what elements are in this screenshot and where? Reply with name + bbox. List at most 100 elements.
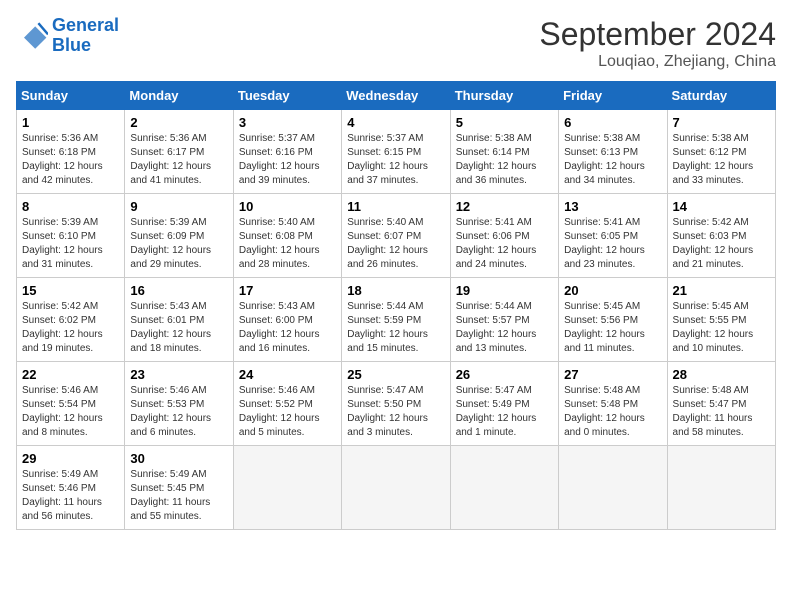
day-info: Sunrise: 5:38 AMSunset: 6:12 PMDaylight:…: [673, 132, 770, 188]
day-number: 5: [456, 115, 553, 130]
day-info: Sunrise: 5:46 AMSunset: 5:53 PMDaylight:…: [130, 384, 227, 440]
day-cell: 25 Sunrise: 5:47 AMSunset: 5:50 PMDayligh…: [342, 362, 450, 446]
day-cell: 23 Sunrise: 5:46 AMSunset: 5:53 PMDayligh…: [125, 362, 233, 446]
day-number: 24: [239, 367, 336, 382]
day-cell: [233, 446, 341, 530]
day-info: Sunrise: 5:49 AMSunset: 5:45 PMDaylight:…: [130, 468, 227, 524]
day-cell: 28Sunrise: 5:48 AMSunset: 5:47 PMDayligh…: [667, 362, 775, 446]
location-subtitle: Louqiao, Zhejiang, China: [539, 53, 776, 71]
day-cell: 20Sunrise: 5:45 AMSunset: 5:56 PMDayligh…: [559, 278, 667, 362]
day-cell: 12Sunrise: 5:41 AMSunset: 6:06 PMDayligh…: [450, 194, 558, 278]
day-cell: [559, 446, 667, 530]
page-header: General Blue September 2024 Louqiao, Zhe…: [16, 16, 776, 71]
day-cell: 14 Sunrise: 5:42 AMSunset: 6:03 PMDayligh…: [667, 194, 775, 278]
day-number: 3: [239, 115, 336, 130]
day-number: 28: [673, 367, 770, 382]
calendar-table: SundayMondayTuesdayWednesdayThursdayFrid…: [16, 81, 776, 530]
day-cell: 11 Sunrise: 5:40 AMSunset: 6:07 PMDayligh…: [342, 194, 450, 278]
day-cell: 3 Sunrise: 5:37 AMSunset: 6:16 PMDaylight…: [233, 110, 341, 194]
logo-text: General Blue: [52, 16, 119, 56]
day-info: Sunrise: 5:40 AMSunset: 6:07 PMDaylight:…: [347, 216, 444, 272]
day-info: Sunrise: 5:46 AMSunset: 5:54 PMDaylight:…: [22, 384, 119, 440]
day-cell: 4 Sunrise: 5:37 AMSunset: 6:15 PMDaylight…: [342, 110, 450, 194]
day-number: 7: [673, 115, 770, 130]
day-cell: 17 Sunrise: 5:43 AMSunset: 6:00 PMDayligh…: [233, 278, 341, 362]
day-cell: 1Sunrise: 5:36 AMSunset: 6:18 PMDaylight…: [17, 110, 125, 194]
day-cell: 30 Sunrise: 5:49 AMSunset: 5:45 PMDayligh…: [125, 446, 233, 530]
general-blue-logo-icon: [16, 20, 48, 52]
day-number: 27: [564, 367, 661, 382]
day-cell: 8 Sunrise: 5:39 AMSunset: 6:10 PMDaylight…: [17, 194, 125, 278]
day-number: 10: [239, 199, 336, 214]
day-cell: 6 Sunrise: 5:38 AMSunset: 6:13 PMDaylight…: [559, 110, 667, 194]
day-info: Sunrise: 5:37 AMSunset: 6:15 PMDaylight:…: [347, 132, 444, 188]
month-year-title: September 2024: [539, 16, 776, 53]
day-cell: 9 Sunrise: 5:39 AMSunset: 6:09 PMDaylight…: [125, 194, 233, 278]
day-cell: 10 Sunrise: 5:40 AMSunset: 6:08 PMDayligh…: [233, 194, 341, 278]
day-cell: 15Sunrise: 5:42 AMSunset: 6:02 PMDayligh…: [17, 278, 125, 362]
day-cell: 13Sunrise: 5:41 AMSunset: 6:05 PMDayligh…: [559, 194, 667, 278]
day-number: 21: [673, 283, 770, 298]
day-info: Sunrise: 5:42 AMSunset: 6:03 PMDaylight:…: [673, 216, 770, 272]
day-info: Sunrise: 5:45 AMSunset: 5:56 PMDaylight:…: [564, 300, 661, 356]
week-row-5: 29Sunrise: 5:49 AMSunset: 5:46 PMDayligh…: [17, 446, 776, 530]
day-info: Sunrise: 5:47 AMSunset: 5:49 PMDaylight:…: [456, 384, 553, 440]
day-cell: 19Sunrise: 5:44 AMSunset: 5:57 PMDayligh…: [450, 278, 558, 362]
day-info: Sunrise: 5:44 AMSunset: 5:57 PMDaylight:…: [456, 300, 553, 356]
title-block: September 2024 Louqiao, Zhejiang, China: [539, 16, 776, 71]
day-info: Sunrise: 5:46 AMSunset: 5:52 PMDaylight:…: [239, 384, 336, 440]
day-cell: 2 Sunrise: 5:36 AMSunset: 6:17 PMDaylight…: [125, 110, 233, 194]
day-info: Sunrise: 5:39 AMSunset: 6:09 PMDaylight:…: [130, 216, 227, 272]
day-number: 14: [673, 199, 770, 214]
day-number: 2: [130, 115, 227, 130]
day-info: Sunrise: 5:44 AMSunset: 5:59 PMDaylight:…: [347, 300, 444, 356]
week-row-4: 22 Sunrise: 5:46 AMSunset: 5:54 PMDayligh…: [17, 362, 776, 446]
day-info: Sunrise: 5:38 AMSunset: 6:13 PMDaylight:…: [564, 132, 661, 188]
day-number: 30: [130, 451, 227, 466]
day-info: Sunrise: 5:47 AMSunset: 5:50 PMDaylight:…: [347, 384, 444, 440]
col-header-wednesday: Wednesday: [342, 82, 450, 110]
logo: General Blue: [16, 16, 119, 56]
day-info: Sunrise: 5:36 AMSunset: 6:18 PMDaylight:…: [22, 132, 119, 188]
day-info: Sunrise: 5:48 AMSunset: 5:48 PMDaylight:…: [564, 384, 661, 440]
day-cell: 24 Sunrise: 5:46 AMSunset: 5:52 PMDayligh…: [233, 362, 341, 446]
day-number: 6: [564, 115, 661, 130]
day-info: Sunrise: 5:49 AMSunset: 5:46 PMDaylight:…: [22, 468, 119, 524]
col-header-friday: Friday: [559, 82, 667, 110]
day-number: 23: [130, 367, 227, 382]
day-cell: [450, 446, 558, 530]
col-header-sunday: Sunday: [17, 82, 125, 110]
day-cell: 5 Sunrise: 5:38 AMSunset: 6:14 PMDaylight…: [450, 110, 558, 194]
day-info: Sunrise: 5:39 AMSunset: 6:10 PMDaylight:…: [22, 216, 119, 272]
day-info: Sunrise: 5:43 AMSunset: 6:00 PMDaylight:…: [239, 300, 336, 356]
col-header-tuesday: Tuesday: [233, 82, 341, 110]
day-cell: 21 Sunrise: 5:45 AMSunset: 5:55 PMDayligh…: [667, 278, 775, 362]
day-number: 17: [239, 283, 336, 298]
logo-general: General: [52, 15, 119, 35]
day-number: 12: [456, 199, 553, 214]
day-number: 9: [130, 199, 227, 214]
day-cell: 26 Sunrise: 5:47 AMSunset: 5:49 PMDayligh…: [450, 362, 558, 446]
day-info: Sunrise: 5:38 AMSunset: 6:14 PMDaylight:…: [456, 132, 553, 188]
day-number: 22: [22, 367, 119, 382]
day-cell: 27 Sunrise: 5:48 AMSunset: 5:48 PMDayligh…: [559, 362, 667, 446]
logo-blue: Blue: [52, 35, 91, 55]
day-number: 25: [347, 367, 444, 382]
day-cell: 29Sunrise: 5:49 AMSunset: 5:46 PMDayligh…: [17, 446, 125, 530]
day-info: Sunrise: 5:36 AMSunset: 6:17 PMDaylight:…: [130, 132, 227, 188]
day-info: Sunrise: 5:43 AMSunset: 6:01 PMDaylight:…: [130, 300, 227, 356]
day-number: 26: [456, 367, 553, 382]
day-info: Sunrise: 5:40 AMSunset: 6:08 PMDaylight:…: [239, 216, 336, 272]
day-number: 8: [22, 199, 119, 214]
day-info: Sunrise: 5:37 AMSunset: 6:16 PMDaylight:…: [239, 132, 336, 188]
week-row-1: 1Sunrise: 5:36 AMSunset: 6:18 PMDaylight…: [17, 110, 776, 194]
day-number: 15: [22, 283, 119, 298]
day-number: 18: [347, 283, 444, 298]
day-number: 13: [564, 199, 661, 214]
day-number: 11: [347, 199, 444, 214]
day-info: Sunrise: 5:45 AMSunset: 5:55 PMDaylight:…: [673, 300, 770, 356]
day-number: 4: [347, 115, 444, 130]
col-header-saturday: Saturday: [667, 82, 775, 110]
week-row-2: 8 Sunrise: 5:39 AMSunset: 6:10 PMDaylight…: [17, 194, 776, 278]
day-cell: [667, 446, 775, 530]
